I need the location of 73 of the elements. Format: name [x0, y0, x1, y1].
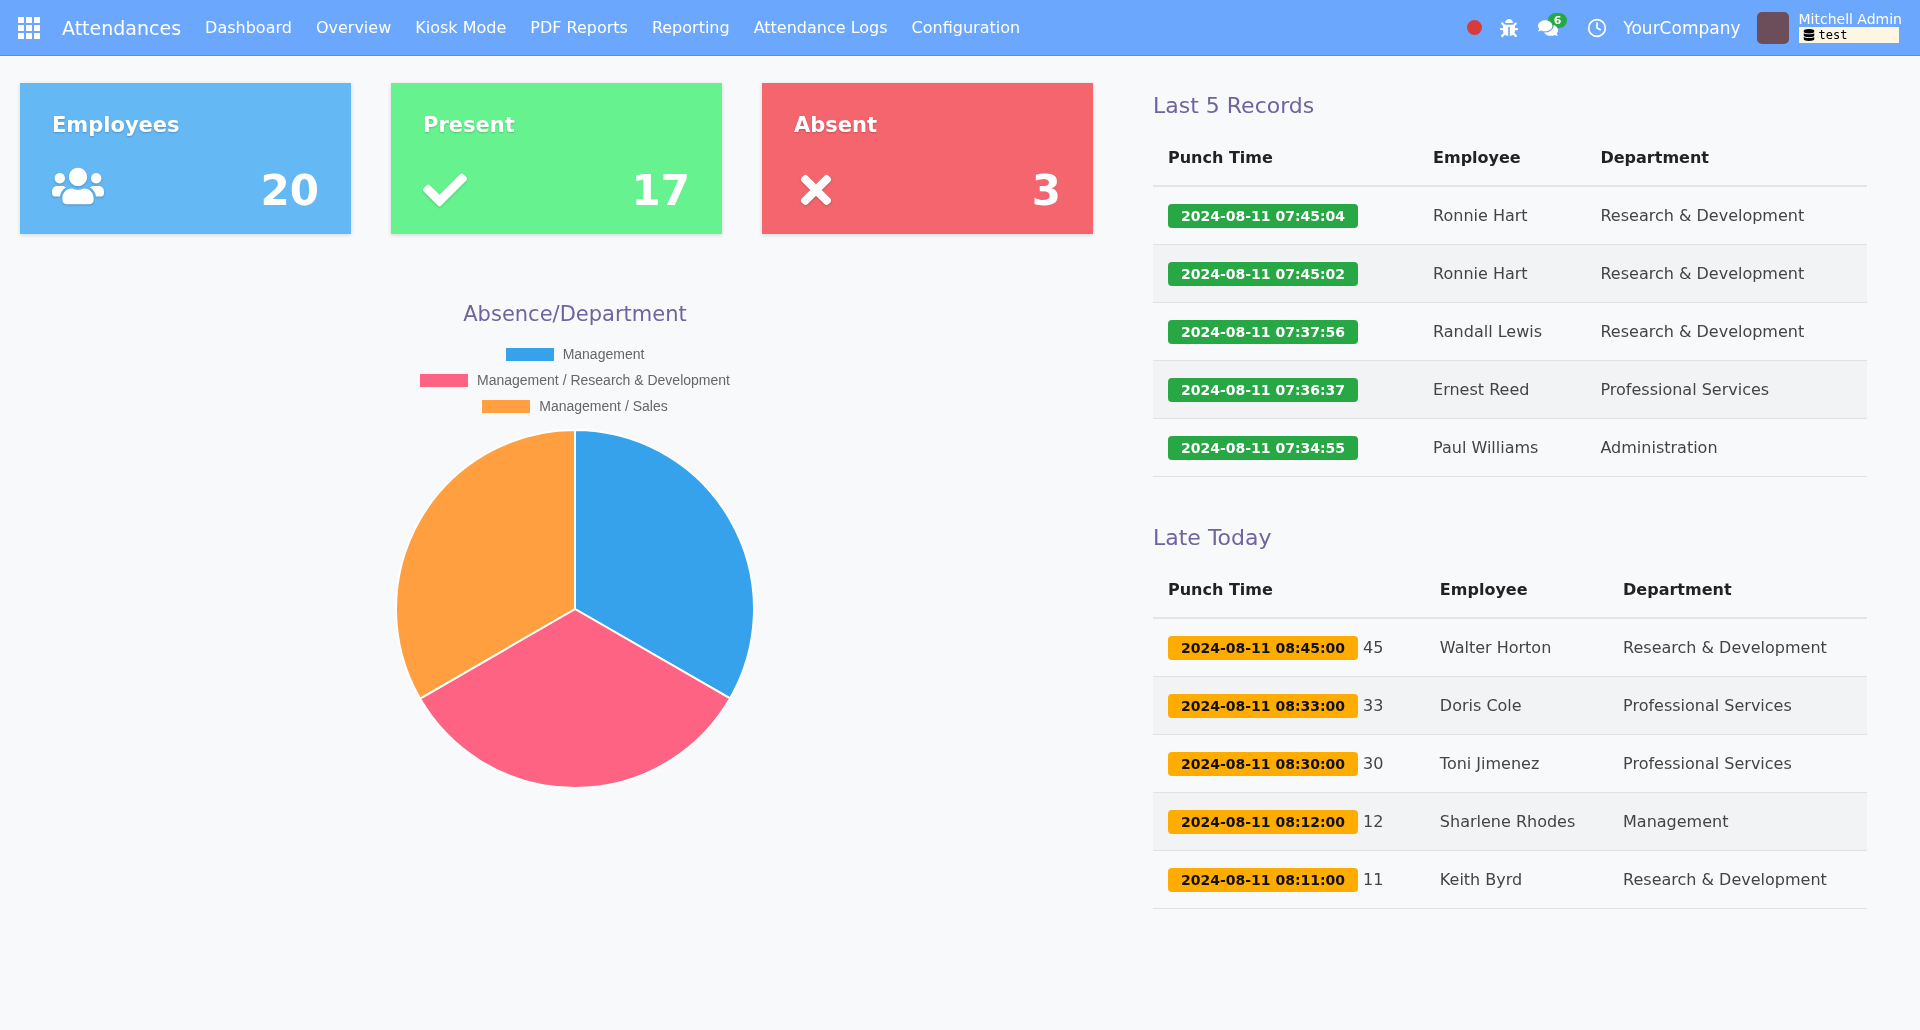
column-header: Department: [1608, 566, 1867, 618]
employee-cell: Randall Lewis: [1418, 302, 1586, 361]
employee-cell: Ernest Reed: [1418, 360, 1586, 419]
employee-cell: Walter Horton: [1424, 618, 1609, 677]
punch-time-badge: 2024-08-11 08:45:00: [1168, 635, 1359, 660]
apps-menu-icon[interactable]: [18, 16, 40, 39]
punch-time-badge: 2024-08-11 08:30:00: [1168, 751, 1359, 776]
bug-icon[interactable]: [1499, 18, 1518, 37]
card-title: Present: [423, 113, 516, 137]
user-avatar[interactable]: [1756, 11, 1789, 44]
late-minutes: 33: [1363, 695, 1384, 715]
employee-cell: Paul Williams: [1418, 418, 1586, 477]
menu-item[interactable]: Configuration: [911, 18, 1021, 37]
department-cell: Research & Development: [1585, 302, 1867, 361]
employee-cell: Doris Cole: [1424, 676, 1609, 735]
late-minutes: 30: [1363, 753, 1384, 773]
department-cell: Research & Development: [1585, 186, 1867, 245]
legend-label: Management / Research & Development: [477, 372, 730, 388]
department-cell: Research & Development: [1608, 850, 1867, 909]
status-dot-icon[interactable]: [1466, 20, 1482, 35]
late-minutes: 45: [1363, 637, 1384, 657]
section-title: Last 5 Records: [1153, 93, 1316, 118]
punch-time-badge: 2024-08-11 07:36:37: [1168, 377, 1359, 402]
punch-time-badge: 2024-08-11 07:45:04: [1168, 203, 1359, 228]
database-icon: [1802, 29, 1815, 41]
app-title[interactable]: Attendances: [62, 16, 182, 39]
chart-title: Absence/Department: [463, 302, 687, 326]
column-header: Employee: [1418, 134, 1586, 186]
column-header: Punch Time: [1153, 566, 1425, 618]
card-value: 17: [631, 170, 690, 212]
late-minutes: 11: [1363, 869, 1384, 889]
menu-item[interactable]: Overview: [315, 18, 392, 37]
department-cell: Professional Services: [1608, 734, 1867, 793]
legend-swatch: [505, 347, 554, 361]
punch-time-badge: 2024-08-11 07:37:56: [1168, 319, 1359, 344]
late-minutes: 12: [1363, 811, 1384, 831]
department-cell: Research & Development: [1585, 244, 1867, 303]
card-value: 3: [1031, 170, 1061, 212]
punch-time-badge: 2024-08-11 07:45:02: [1168, 261, 1359, 286]
employee-cell: Toni Jimenez: [1424, 734, 1609, 793]
employee-cell: Keith Byrd: [1424, 850, 1609, 909]
department-cell: Professional Services: [1585, 360, 1867, 419]
legend-label: Management / Sales: [539, 398, 668, 414]
user-name[interactable]: Mitchell Admin: [1798, 12, 1902, 27]
menu-item[interactable]: Attendance Logs: [753, 18, 888, 37]
section-title: Late Today: [1153, 525, 1273, 550]
punch-time-badge: 2024-08-11 08:12:00: [1168, 809, 1359, 834]
clock-icon[interactable]: [1587, 17, 1608, 38]
menu-item[interactable]: Dashboard: [205, 18, 292, 37]
punch-time-badge: 2024-08-11 08:33:00: [1168, 693, 1359, 718]
legend-swatch: [420, 373, 469, 387]
column-header: Punch Time: [1153, 134, 1419, 186]
department-cell: Professional Services: [1608, 676, 1867, 735]
legend-label: Management: [562, 346, 645, 362]
database-label: test: [1798, 27, 1899, 43]
column-header: Department: [1585, 134, 1867, 186]
department-cell: Research & Development: [1608, 618, 1867, 677]
legend-swatch: [482, 399, 531, 413]
column-header: Employee: [1424, 566, 1609, 618]
card-title: Employees: [52, 113, 181, 137]
card-title: Absent: [794, 113, 878, 137]
department-cell: Administration: [1585, 418, 1867, 477]
punch-time-badge: 2024-08-11 07:34:55: [1168, 435, 1359, 460]
employee-cell: Ronnie Hart: [1418, 186, 1586, 245]
card-value: 20: [260, 170, 319, 212]
employee-cell: Sharlene Rhodes: [1424, 792, 1609, 851]
menu-item[interactable]: Reporting: [651, 18, 730, 37]
menu-item[interactable]: PDF Reports: [530, 18, 628, 37]
menu-item[interactable]: Kiosk Mode: [415, 18, 507, 37]
department-cell: Management: [1608, 792, 1867, 851]
employee-cell: Ronnie Hart: [1418, 244, 1586, 303]
company-switcher[interactable]: YourCompany: [1623, 17, 1741, 38]
punch-time-badge: 2024-08-11 08:11:00: [1168, 867, 1359, 892]
